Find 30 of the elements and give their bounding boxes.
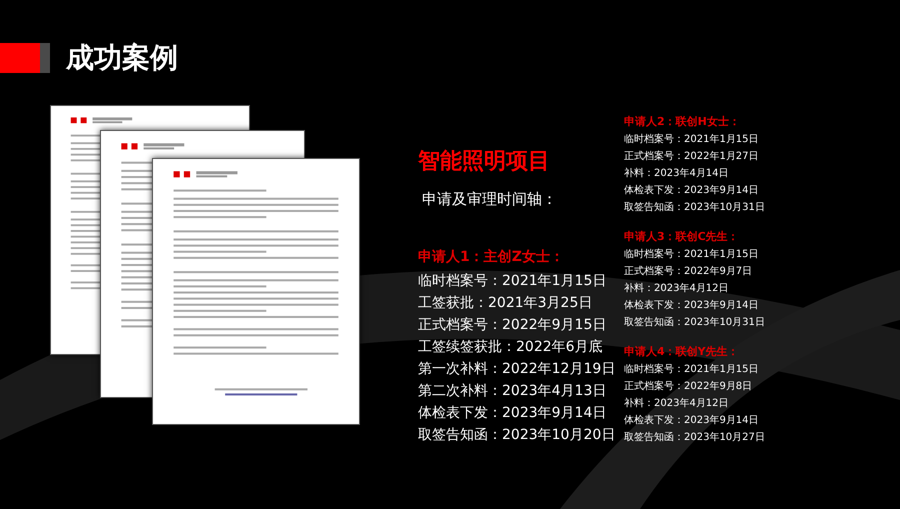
- applicant-header: 申请人4：联创Y先生：: [624, 344, 740, 360]
- timeline-entry: 取签告知函：2023年10月20日: [418, 426, 616, 444]
- timeline-entry: 正式档案号：2022年9月15日: [418, 316, 608, 334]
- timeline-entry: 正式档案号：2022年9月7日: [624, 264, 754, 279]
- timeline-entry: 工签获批：2021年3月25日: [418, 294, 594, 312]
- timeline-entry: 临时档案号：2021年1月15日: [418, 272, 608, 290]
- timeline-entry: 第二次补料：2023年4月13日: [418, 382, 608, 400]
- timeline-entry: 体检表下发：2023年9月14日: [418, 404, 608, 422]
- timeline-entry: 体检表下发：2023年9月14日: [624, 298, 760, 313]
- timeline-entry: 临时档案号：2021年1月15日: [624, 132, 760, 147]
- timeline-entry: 体检表下发：2023年9月14日: [624, 414, 760, 428]
- timeline-entry: 临时档案号：2021年1月15日: [624, 248, 760, 262]
- applicant-header: 申请人3：联创C先生：: [624, 229, 740, 245]
- timeline-entry: 补料：2023年4月12日: [624, 282, 730, 296]
- page-title: 成功案例: [66, 44, 178, 72]
- applicant-header: 申请人2：联创H女士：: [624, 114, 741, 130]
- timeline-entry: 工签续签获批：2022年6月底: [418, 338, 604, 356]
- timeline-entry: 第一次补料：2022年12月19日: [418, 360, 616, 378]
- applicant-header: 申请人1：主创Z女士：: [418, 248, 565, 266]
- timeline-entry: 取签告知函：2023年10月31日: [624, 316, 765, 330]
- timeline-entry: 正式档案号：2022年9月8日: [624, 380, 754, 394]
- timeline-entry: 体检表下发：2023年9月14日: [624, 184, 760, 198]
- timeline-entry: 取签告知函：2023年10月31日: [624, 200, 765, 215]
- timeline-subtitle: 申请及审理时间轴：: [422, 189, 558, 210]
- timeline-entry: 正式档案号：2022年1月27日: [624, 150, 760, 164]
- timeline-entry: 补料：2023年4月14日: [624, 166, 730, 181]
- timeline-entry: 补料：2023年4月12日: [624, 396, 730, 411]
- timeline-entry: 取签告知函：2023年10月27日: [624, 430, 765, 445]
- timeline-entry: 临时档案号：2021年1月15日: [624, 362, 760, 377]
- project-title: 智能照明项目: [418, 148, 551, 176]
